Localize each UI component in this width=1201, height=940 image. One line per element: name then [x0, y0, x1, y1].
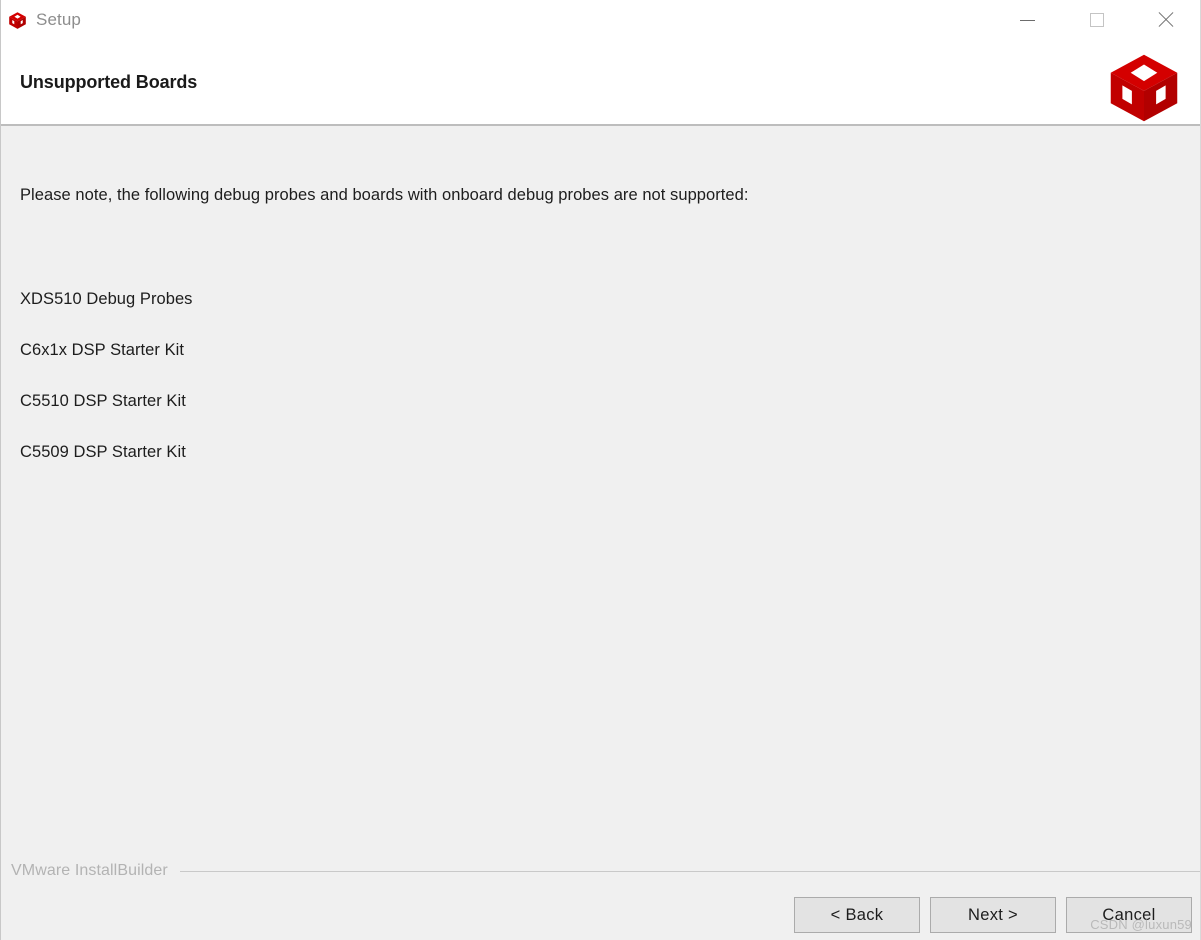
- setup-wizard-window: Setup Unsupported Boards Please note, th…: [0, 0, 1201, 940]
- next-button[interactable]: Next >: [930, 897, 1056, 933]
- page-title: Unsupported Boards: [20, 71, 198, 92]
- minimize-icon: [1020, 19, 1035, 21]
- page-footer: VMware InstallBuilder < Back Next > Canc…: [1, 832, 1200, 940]
- list-item: XDS510 Debug Probes: [20, 290, 193, 308]
- back-button[interactable]: < Back: [794, 897, 920, 933]
- page-header: Unsupported Boards: [1, 40, 1200, 126]
- window-title: Setup: [36, 10, 81, 29]
- page-body: Please note, the following debug probes …: [1, 126, 1200, 832]
- close-icon: [1157, 11, 1175, 29]
- red-cube-icon: [8, 11, 27, 30]
- list-item: C5510 DSP Starter Kit: [20, 392, 186, 410]
- window-controls: [993, 0, 1200, 40]
- close-button[interactable]: [1131, 0, 1200, 40]
- unsupported-boards-list: XDS510 Debug Probes C6x1x DSP Starter Ki…: [20, 288, 192, 492]
- list-item: C5509 DSP Starter Kit: [20, 443, 186, 461]
- minimize-button[interactable]: [993, 0, 1062, 40]
- footer-divider: [179, 870, 1200, 872]
- intro-text: Please note, the following debug probes …: [20, 186, 749, 204]
- footer-brand-row: VMware InstallBuilder: [11, 862, 1200, 880]
- installer-brand-label: VMware InstallBuilder: [11, 862, 168, 879]
- titlebar: Setup: [1, 0, 1200, 40]
- watermark: CSDN @luxun59: [1090, 917, 1192, 932]
- maximize-icon: [1089, 13, 1104, 27]
- list-item: C6x1x DSP Starter Kit: [20, 341, 184, 359]
- titlebar-left-group: Setup: [1, 10, 81, 30]
- maximize-button[interactable]: [1062, 0, 1131, 40]
- red-cube-logo: [1106, 50, 1182, 126]
